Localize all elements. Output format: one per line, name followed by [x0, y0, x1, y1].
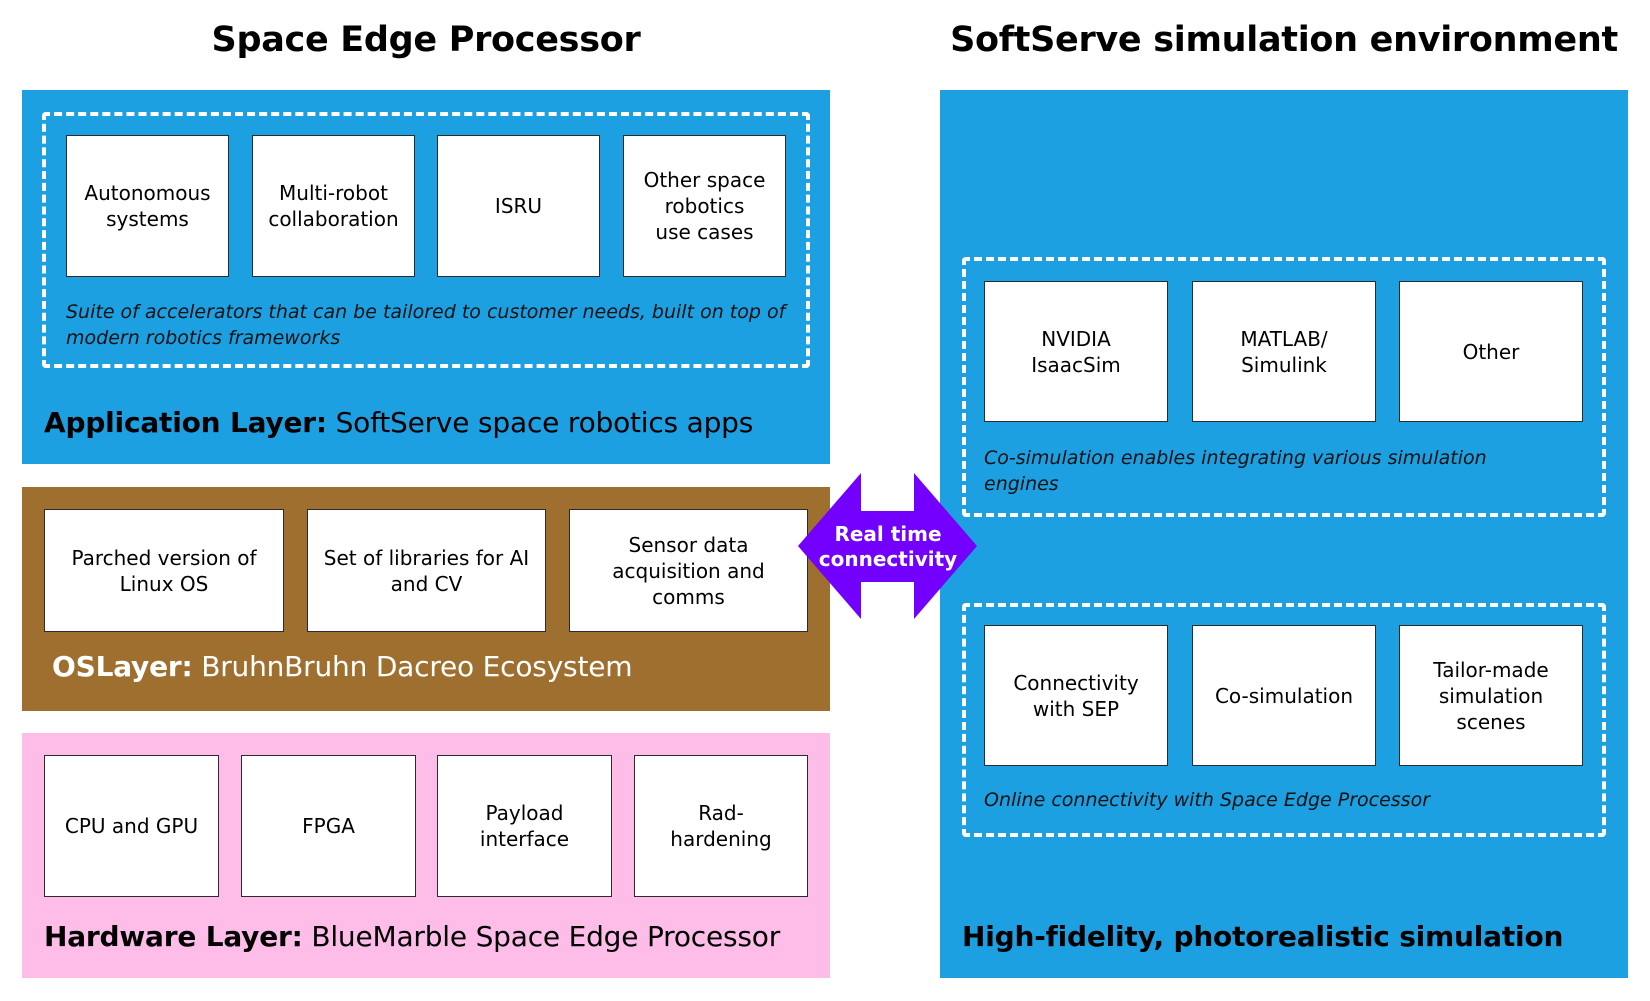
- app-card-multi-robot: Multi-robot collaboration: [252, 135, 415, 277]
- sim-card-matlab-simulink: MATLAB/ Simulink: [1192, 281, 1376, 422]
- simulation-environment-title: SoftServe simulation environment: [950, 20, 1618, 60]
- application-layer-note: Suite of accelerators that can be tailor…: [66, 301, 786, 349]
- sim-card-tailor-made-scenes: Tailor-made simulation scenes: [1399, 625, 1583, 766]
- app-card-other-use-cases: Other space robotics use cases: [623, 135, 786, 277]
- os-card-linux: Parched version of Linux OS: [44, 509, 284, 632]
- hw-card-fpga: FPGA: [241, 755, 416, 897]
- sim-card-nvidia-isaacsim: NVIDIA IsaacSim: [984, 281, 1168, 422]
- hw-card-cpu-gpu: CPU and GPU: [44, 755, 219, 897]
- os-layer-label-rest: BruhnBruhn Dacreo Ecosystem: [192, 650, 633, 683]
- os-layer-label: OSLayer: BruhnBruhn Dacreo Ecosystem: [52, 650, 633, 683]
- hardware-layer-label: Hardware Layer: BlueMarble Space Edge Pr…: [44, 920, 780, 953]
- simulation-panel: NVIDIA IsaacSim MATLAB/ Simulink Other C…: [940, 90, 1628, 978]
- application-layer: Autonomous systems Multi-robot collabora…: [22, 90, 830, 464]
- space-edge-processor-title: Space Edge Processor: [211, 20, 641, 60]
- os-layer-label-bold: OSLayer:: [52, 650, 193, 683]
- simulation-panel-label: High-fidelity, photorealistic simulation: [962, 920, 1564, 953]
- hw-card-rad-hardening: Rad- hardening: [634, 755, 808, 897]
- connector-label: Real time connectivity: [818, 522, 958, 571]
- os-layer: Parched version of Linux OS Set of libra…: [22, 487, 830, 711]
- hardware-layer-label-bold: Hardware Layer:: [44, 920, 303, 953]
- application-layer-label-bold: Application Layer:: [44, 406, 327, 439]
- application-layer-label-rest: SoftServe space robotics apps: [326, 406, 754, 439]
- application-layer-label: Application Layer: SoftServe space robot…: [44, 406, 753, 439]
- hardware-layer: CPU and GPU FPGA Payload interface Rad- …: [22, 733, 830, 978]
- simulation-features-note: Online connectivity with Space Edge Proc…: [984, 789, 1431, 811]
- app-card-autonomous-systems: Autonomous systems: [66, 135, 229, 277]
- app-card-isru: ISRU: [437, 135, 600, 277]
- hardware-layer-label-rest: BlueMarble Space Edge Processor: [302, 920, 781, 953]
- sim-card-connectivity-sep: Connectivity with SEP: [984, 625, 1168, 766]
- os-card-sensor-data: Sensor data acquisition and comms: [569, 509, 808, 632]
- os-card-ai-cv-libraries: Set of libraries for AI and CV: [307, 509, 546, 632]
- sim-card-other: Other: [1399, 281, 1583, 422]
- sim-card-co-simulation: Co-simulation: [1192, 625, 1376, 766]
- simulation-engines-note: Co-simulation enables integrating variou…: [984, 447, 1487, 495]
- hw-card-payload-interface: Payload interface: [437, 755, 612, 897]
